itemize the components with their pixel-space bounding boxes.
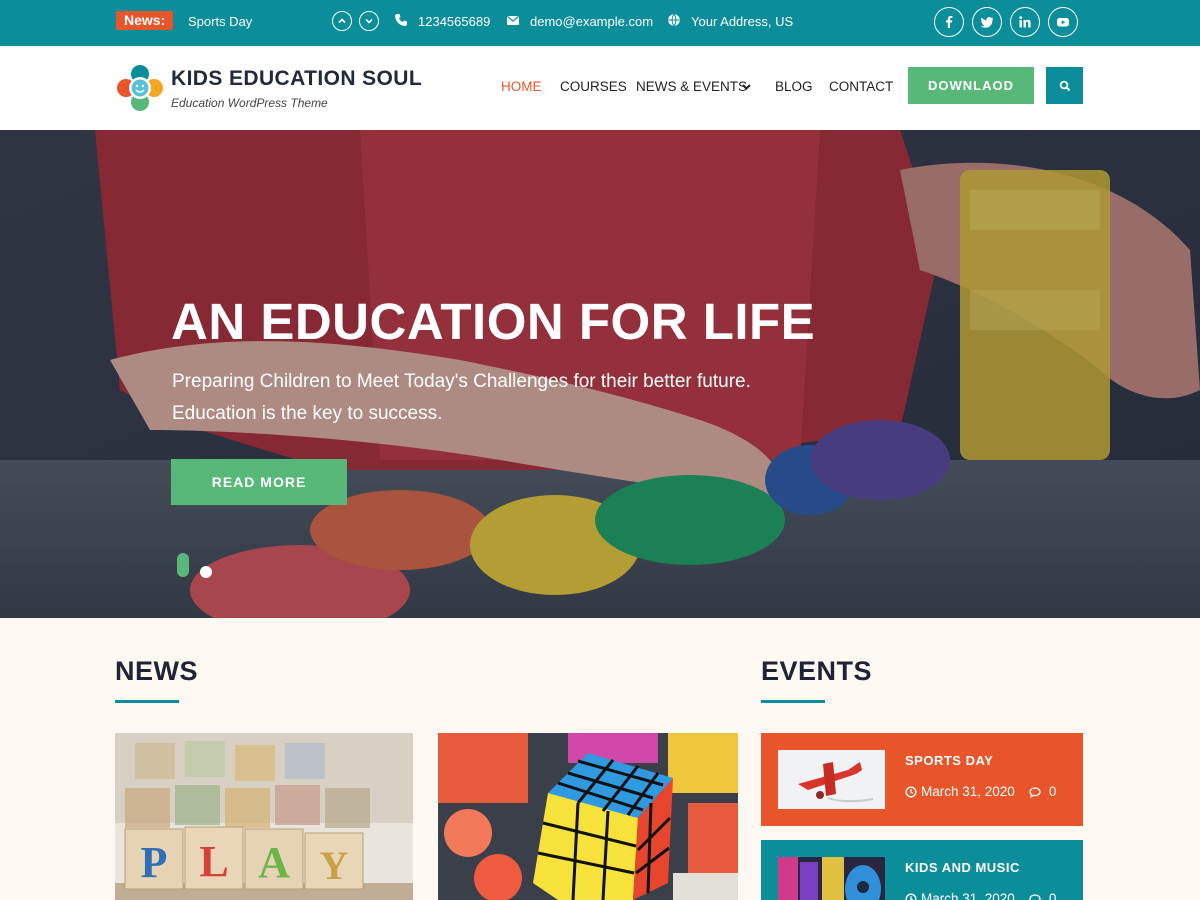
ticker-up-button[interactable] xyxy=(332,11,352,31)
facebook-link[interactable] xyxy=(934,7,964,37)
news-heading: NEWS xyxy=(115,656,198,686)
clock-icon xyxy=(905,785,917,798)
event-title[interactable]: SPORTS DAY xyxy=(905,753,993,768)
hero-subtitle-line-2: Education is the key to success. xyxy=(172,403,443,424)
envelope-icon xyxy=(507,16,519,25)
site-header: KIDS EDUCATION SOUL Education WordPress … xyxy=(0,46,1200,130)
clock-icon xyxy=(905,893,917,900)
nav-courses[interactable]: COURSES xyxy=(560,79,627,94)
comment-icon xyxy=(1029,786,1041,798)
nav-news-events[interactable]: NEWS & EVENTS xyxy=(636,79,747,94)
site-logo[interactable] xyxy=(116,64,164,112)
rubiks-cube-image xyxy=(438,733,738,900)
site-tagline: Education WordPress Theme xyxy=(171,96,328,110)
block-letter-l: L xyxy=(199,837,228,886)
site-title[interactable]: KIDS EDUCATION SOUL xyxy=(171,67,422,91)
event-meta: March 31, 2020 0 xyxy=(905,784,1056,799)
phone-icon xyxy=(395,14,407,26)
block-letter-y: Y xyxy=(320,843,349,888)
event-date: March 31, 2020 xyxy=(921,784,1015,799)
hero-slider: AN EDUCATION FOR LIFE Preparing Children… xyxy=(0,130,1200,618)
chevron-up-icon xyxy=(338,18,346,24)
download-button[interactable]: DOWNLAOD xyxy=(908,67,1034,104)
phone-number[interactable]: 1234565689 xyxy=(418,14,490,29)
news-label: News: xyxy=(116,11,174,30)
comment-icon xyxy=(1029,893,1041,900)
event-comment-count[interactable]: 0 xyxy=(1049,891,1057,900)
hero-title: AN EDUCATION FOR LIFE xyxy=(171,293,816,350)
alphabet-blocks-image: P L A Y xyxy=(115,733,413,900)
chevron-down-icon[interactable] xyxy=(741,82,752,92)
music-instruments-image xyxy=(778,857,885,900)
events-heading-underline xyxy=(761,700,825,703)
news-heading-underline xyxy=(115,700,179,703)
email-address[interactable]: demo@example.com xyxy=(530,14,653,29)
nav-contact[interactable]: CONTACT xyxy=(829,79,893,94)
globe-icon xyxy=(668,13,680,27)
news-ticker-text[interactable]: Sports Day xyxy=(188,14,252,29)
search-button[interactable] xyxy=(1046,67,1083,104)
slider-dot-active[interactable] xyxy=(177,553,189,577)
nav-blog[interactable]: BLOG xyxy=(775,79,813,94)
facebook-icon xyxy=(946,16,953,28)
events-heading: EVENTS xyxy=(761,656,873,686)
event-thumbnail[interactable] xyxy=(778,750,885,809)
block-letter-p: P xyxy=(141,838,168,887)
news-card-rubiks[interactable] xyxy=(438,733,738,900)
twitter-link[interactable] xyxy=(972,7,1002,37)
linkedin-icon xyxy=(1019,16,1031,28)
search-icon xyxy=(1059,80,1070,91)
toy-airplane-image xyxy=(778,750,885,809)
hero-subtitle-line-1: Preparing Children to Meet Today's Chall… xyxy=(172,371,751,392)
nav-home[interactable]: HOME xyxy=(501,79,542,94)
event-title[interactable]: KIDS AND MUSIC xyxy=(905,860,1020,875)
news-card-image-blocks[interactable]: P L A Y xyxy=(115,733,413,900)
top-bar: News: Sports Day 1234565689 demo@example… xyxy=(0,0,1200,46)
address-text: Your Address, US xyxy=(691,14,794,29)
linkedin-link[interactable] xyxy=(1010,7,1040,37)
youtube-link[interactable] xyxy=(1048,7,1078,37)
block-letter-a: A xyxy=(258,838,290,887)
chevron-down-icon xyxy=(365,18,373,24)
slider-dot[interactable] xyxy=(200,566,212,578)
event-comment-count[interactable]: 0 xyxy=(1049,784,1057,799)
ticker-down-button[interactable] xyxy=(359,11,379,31)
event-card[interactable]: KIDS AND MUSIC March 31, 2020 0 xyxy=(761,840,1083,900)
hero-subtitle: Preparing Children to Meet Today's Chall… xyxy=(172,366,812,430)
event-meta: March 31, 2020 0 xyxy=(905,891,1056,900)
event-thumbnail[interactable] xyxy=(778,857,885,900)
read-more-button[interactable]: READ MORE xyxy=(171,459,347,505)
twitter-icon xyxy=(980,17,993,28)
event-date: March 31, 2020 xyxy=(921,891,1015,900)
event-card[interactable]: SPORTS DAY March 31, 2020 0 xyxy=(761,733,1083,826)
youtube-icon xyxy=(1057,18,1069,27)
